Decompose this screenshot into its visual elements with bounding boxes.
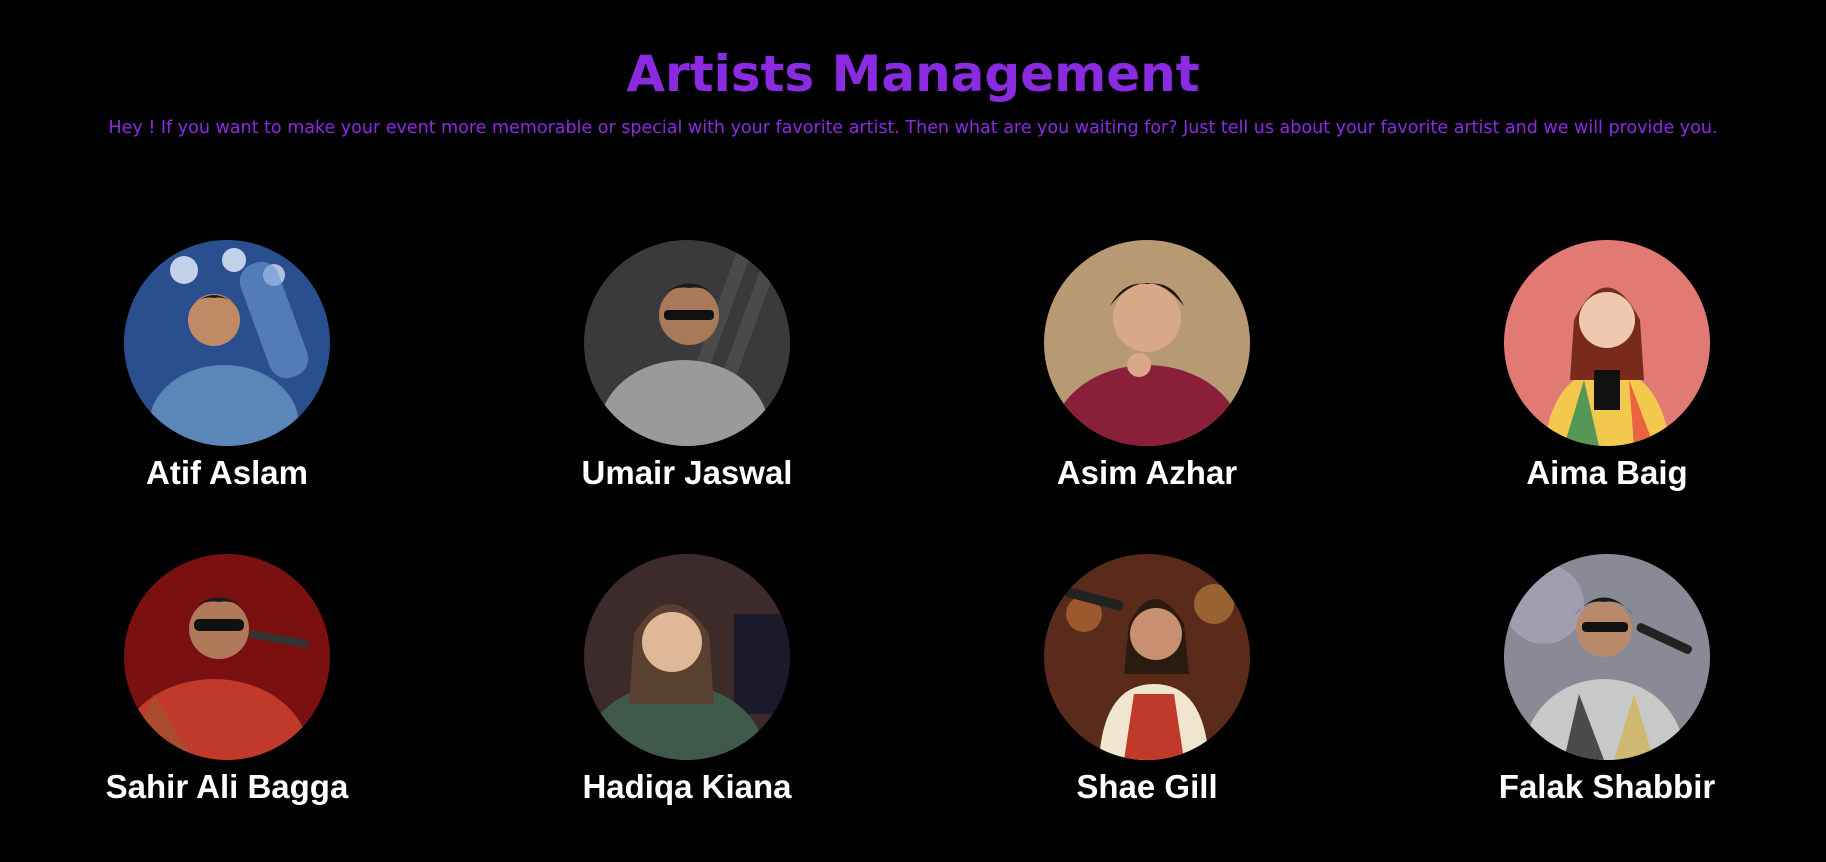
artist-card[interactable]: Atif Aslam xyxy=(47,240,407,494)
artist-photo[interactable] xyxy=(584,240,790,446)
artist-card[interactable]: Aima Baig xyxy=(1427,240,1787,494)
artist-name: Aima Baig xyxy=(1526,454,1688,491)
artist-photo[interactable] xyxy=(584,554,790,760)
artist-name: Falak Shabbir xyxy=(1498,768,1716,805)
artist-name: Shae Gill xyxy=(1076,768,1218,805)
artist-name: Hadiqa Kiana xyxy=(582,768,792,805)
artist-photo[interactable] xyxy=(124,554,330,760)
artist-photo[interactable] xyxy=(1504,240,1710,446)
artists-grid: Atif Aslam Umair Jaswal Asim Azhar Aima … xyxy=(0,0,1826,862)
artist-name: Sahir Ali Bagga xyxy=(105,768,349,805)
artist-photo[interactable] xyxy=(124,240,330,446)
artist-photo[interactable] xyxy=(1044,240,1250,446)
artist-photo[interactable] xyxy=(1504,554,1710,760)
artist-card[interactable]: Falak Shabbir xyxy=(1427,554,1787,808)
artist-name: Asim Azhar xyxy=(1056,454,1238,491)
artist-card[interactable]: Shae Gill xyxy=(967,554,1327,808)
artist-name: Atif Aslam xyxy=(146,454,308,491)
artist-name: Umair Jaswal xyxy=(581,454,793,491)
artist-photo[interactable] xyxy=(1044,554,1250,760)
artist-card[interactable]: Sahir Ali Bagga xyxy=(47,554,407,808)
artist-card[interactable]: Hadiqa Kiana xyxy=(507,554,867,808)
artist-card[interactable]: Asim Azhar xyxy=(967,240,1327,494)
artist-card[interactable]: Umair Jaswal xyxy=(507,240,867,494)
